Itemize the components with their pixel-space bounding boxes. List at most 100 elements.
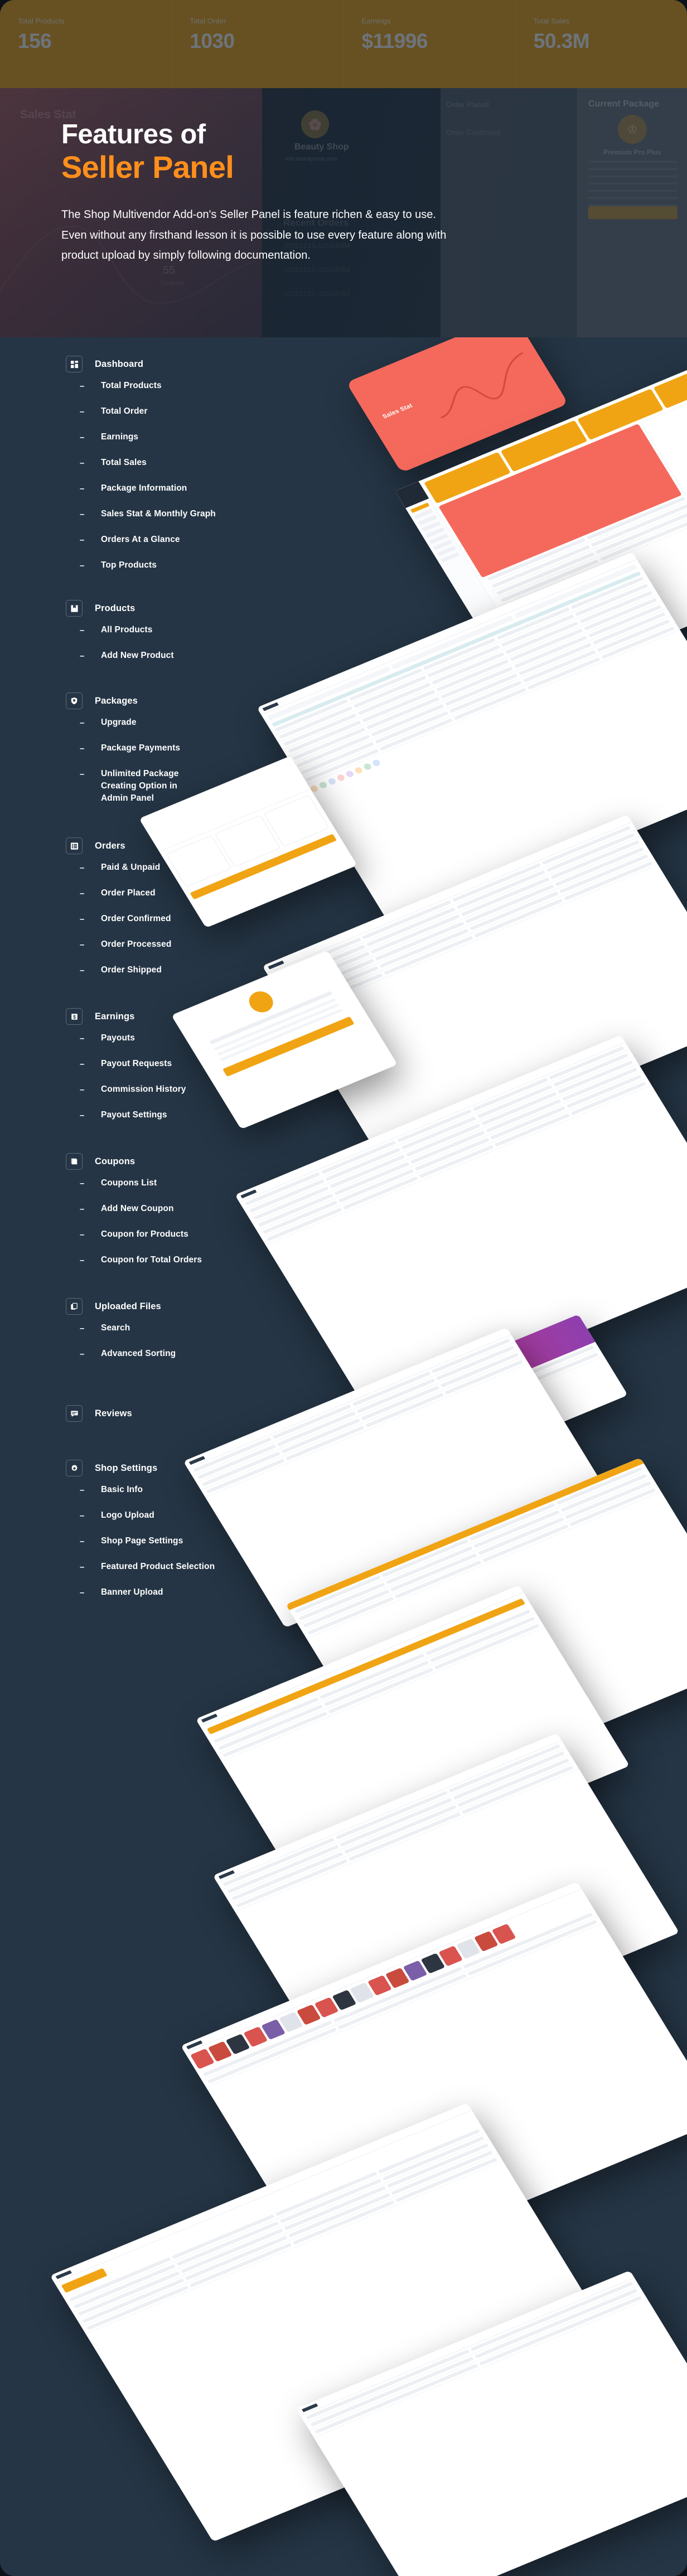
page-canvas: Total Products 156 Total Order 1030 Earn… <box>0 0 687 2576</box>
feature-item[interactable]: – Package Information <box>0 482 262 506</box>
feature-group-label: Orders <box>95 840 125 851</box>
dashboard-icon <box>66 356 83 372</box>
stat-card-earnings: Earnings $11996 <box>344 0 516 88</box>
mockup-all-products <box>257 552 687 931</box>
stat-label: Total Products <box>18 17 65 25</box>
dash-marker: – <box>80 863 85 873</box>
feature-item[interactable]: – Add New Coupon <box>0 1203 262 1226</box>
feature-item[interactable]: – Add New Product <box>0 650 262 673</box>
feature-group-header[interactable]: Coupons <box>0 1149 262 1174</box>
feature-item[interactable]: – Orders At a Glance <box>0 534 262 557</box>
list-icon <box>66 837 83 854</box>
feature-group-header[interactable]: Dashboard <box>0 352 262 376</box>
feature-item-label: Coupons List <box>101 1178 157 1188</box>
feature-item-label: Commission History <box>101 1084 186 1094</box>
feature-item[interactable]: – Order Shipped <box>0 964 262 987</box>
feature-group-packages: Packages – Upgrade – Package Payments – Unl… <box>0 689 262 817</box>
ghost-package-crown-icon: ♔ <box>618 115 647 144</box>
feature-item-label: Basic Info <box>101 1485 143 1494</box>
feature-group-label: Reviews <box>95 1408 132 1418</box>
feature-group-header[interactable]: Reviews <box>0 1401 262 1426</box>
feature-item[interactable]: – Search <box>0 1322 262 1345</box>
dash-marker: – <box>80 407 85 417</box>
feature-item-label: Search <box>101 1323 130 1333</box>
feature-item-label: Total Sales <box>101 458 147 467</box>
feature-item[interactable]: – Advanced Sorting <box>0 1348 262 1371</box>
feature-item[interactable]: – Logo Upload <box>0 1509 262 1533</box>
feature-item-label: Advanced Sorting <box>101 1349 176 1358</box>
dash-marker: – <box>80 1085 85 1095</box>
feature-group-label: Coupons <box>95 1156 136 1166</box>
feature-item-label: Order Confirmed <box>101 914 171 923</box>
feature-group-header[interactable]: Orders <box>0 834 262 858</box>
feature-item[interactable]: – Total Order <box>0 405 262 429</box>
main-body: Sales Stat Dashboard – Total Products – … <box>0 337 687 2576</box>
stat-label: Total Sales <box>533 17 570 25</box>
feature-item[interactable]: – Sales Stat & Monthly Graph <box>0 508 262 531</box>
feature-item[interactable]: – Package Payments <box>0 742 262 766</box>
feature-item[interactable]: – Unlimited Package Creating Option in Ad… <box>0 768 262 817</box>
feature-item[interactable]: – Total Sales <box>0 457 262 480</box>
dash-marker: – <box>80 1562 85 1572</box>
feature-item[interactable]: – Commission History <box>0 1083 262 1107</box>
mockup-sales-stat-card: Sales Stat <box>346 337 569 473</box>
svg-text:$: $ <box>73 1014 76 1019</box>
feature-item[interactable]: – Paid & Unpaid <box>0 861 262 885</box>
feature-item-label: Coupon for Products <box>101 1229 188 1239</box>
dash-marker: – <box>80 889 85 898</box>
dash-marker: – <box>80 381 85 391</box>
feature-item[interactable]: – Payout Requests <box>0 1058 262 1081</box>
feature-group-label: Packages <box>95 695 138 706</box>
feature-item[interactable]: – Coupons List <box>0 1177 262 1200</box>
feature-item-label: Total Order <box>101 406 148 416</box>
dollar-icon: $ <box>66 1008 83 1025</box>
feature-item-label: Paid & Unpaid <box>101 863 161 872</box>
hero-title-line1: Features of <box>61 119 206 149</box>
hero-band: Sales Stat Recent Orders 20201215-120345… <box>0 88 687 337</box>
feature-item[interactable]: – Top Products <box>0 559 262 583</box>
mockup-shop-page-settings <box>50 2103 631 2542</box>
mockup-add-coupon <box>195 1585 630 1900</box>
feature-item[interactable]: – Shop Page Settings <box>0 1535 262 1558</box>
feature-item-label: All Products <box>101 625 153 635</box>
feature-group-label: Shop Settings <box>95 1463 158 1473</box>
feature-group-header[interactable]: Shop Settings <box>0 1456 262 1480</box>
mockup-coupons-list <box>286 1458 687 1804</box>
feature-item[interactable]: – All Products <box>0 624 262 647</box>
feature-group-header[interactable]: Packages <box>0 689 262 713</box>
feature-item[interactable]: – Coupon for Products <box>0 1228 262 1252</box>
dash-marker: – <box>80 769 85 779</box>
mockup-uploaded-files <box>212 1733 680 2075</box>
feature-item-label: Featured Product Selection <box>101 1562 215 1571</box>
feature-item[interactable]: – Payouts <box>0 1032 262 1055</box>
top-stats-strip: Total Products 156 Total Order 1030 Earn… <box>0 0 687 88</box>
stat-value: 1030 <box>190 30 235 52</box>
dash-marker: – <box>80 433 85 442</box>
feature-item[interactable]: – Payout Settings <box>0 1109 262 1132</box>
feature-item[interactable]: – Basic Info <box>0 1484 262 1507</box>
feature-item[interactable]: – Total Products <box>0 380 262 403</box>
feature-item[interactable]: – Upgrade <box>0 716 262 740</box>
mockup-sales-stat-label: Sales Stat <box>381 402 414 420</box>
feature-item[interactable]: – Order Processed <box>0 938 262 962</box>
dash-marker: – <box>80 561 85 570</box>
feature-item-label: Shop Page Settings <box>101 1536 183 1546</box>
feature-group-header[interactable]: Uploaded Files <box>0 1294 262 1319</box>
feature-item[interactable]: – Featured Product Selection <box>0 1561 262 1584</box>
feature-item[interactable]: – Order Placed <box>0 887 262 911</box>
feature-group-header[interactable]: $ Earnings <box>0 1004 262 1029</box>
feature-item[interactable]: – Coupon for Total Orders <box>0 1254 262 1277</box>
mockup-sidebar <box>395 481 545 696</box>
shield-icon <box>66 693 83 709</box>
feature-group-header[interactable]: Products <box>0 596 262 621</box>
dash-marker: – <box>80 1324 85 1333</box>
mockup-dashboard <box>395 352 687 696</box>
stat-value: $11996 <box>361 30 428 52</box>
dash-marker: – <box>80 744 85 753</box>
feature-group-earnings: $ Earnings – Payouts – Payout Requests – Co… <box>0 1004 262 1132</box>
feature-item-label: Logo Upload <box>101 1510 154 1520</box>
feature-item[interactable]: – Banner Upload <box>0 1586 262 1610</box>
feature-item[interactable]: – Order Confirmed <box>0 913 262 936</box>
hero-description-line2: Even without any firsthand lesson it is … <box>61 229 447 241</box>
feature-item[interactable]: – Earnings <box>0 431 262 454</box>
